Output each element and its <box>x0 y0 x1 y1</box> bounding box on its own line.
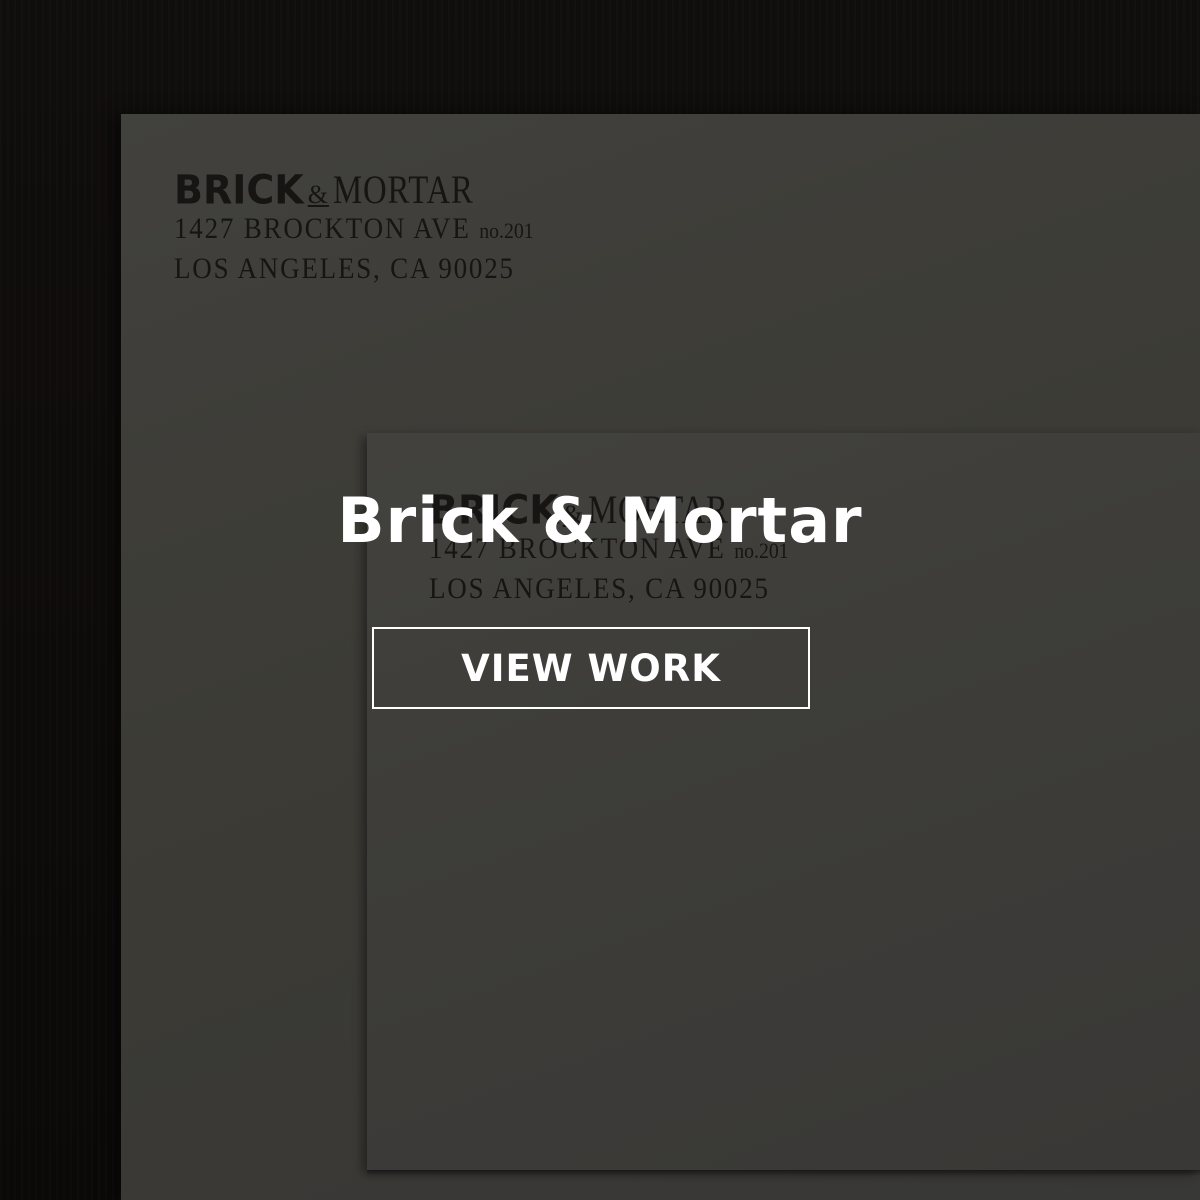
dark-overlay <box>0 0 1200 1200</box>
project-title: Brick & Mortar <box>337 484 863 557</box>
portfolio-tile[interactable]: BRICK & MORTAR 1427 BROCKTON AVE no.201 … <box>0 0 1200 1200</box>
view-work-button[interactable]: VIEW WORK <box>372 627 810 709</box>
